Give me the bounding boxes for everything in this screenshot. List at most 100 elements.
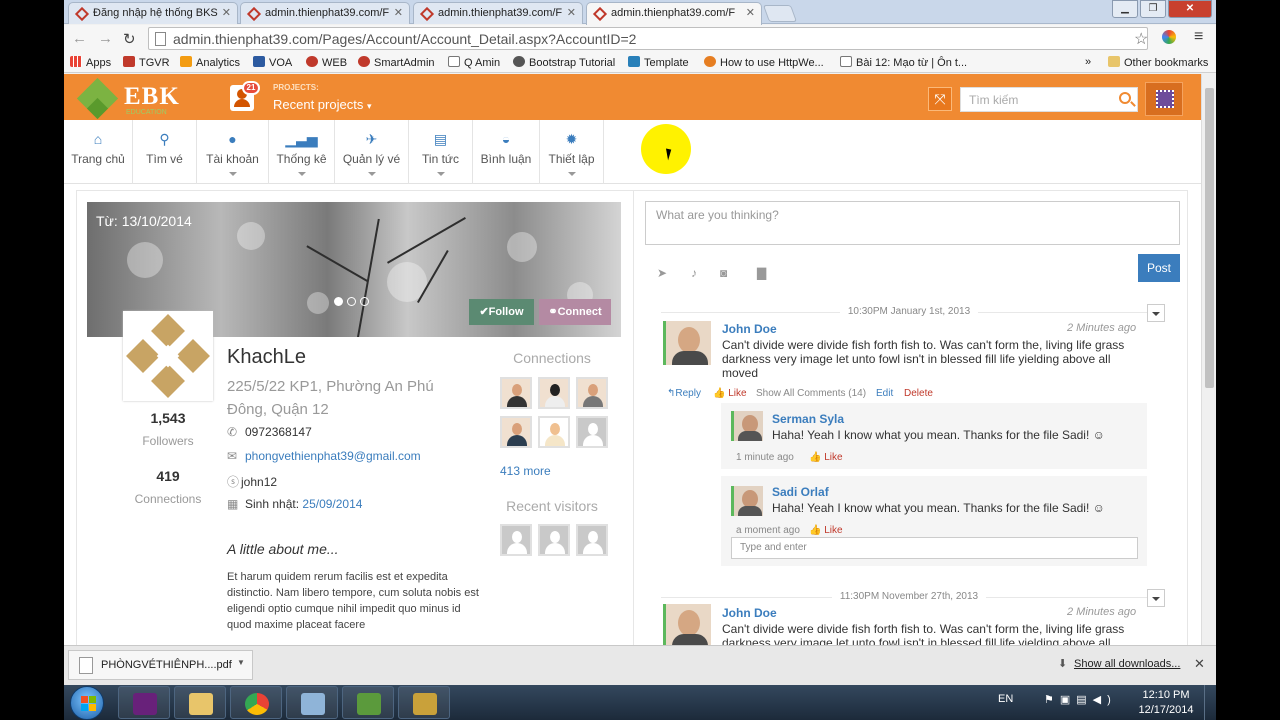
chrome-task[interactable]: [230, 686, 282, 719]
reply-author-avatar[interactable]: [731, 486, 763, 516]
post-author-avatar[interactable]: [663, 604, 711, 645]
close-downloads-icon[interactable]: ✕: [1194, 656, 1205, 672]
visitor-avatar[interactable]: [500, 524, 532, 556]
post-author-name[interactable]: John Doe: [722, 322, 777, 336]
extension-icon[interactable]: [1162, 30, 1176, 44]
close-window-button[interactable]: ✕: [1168, 0, 1212, 18]
page-scrollbar[interactable]: [1201, 74, 1216, 645]
start-button[interactable]: [70, 686, 104, 720]
close-tab-icon[interactable]: ✕: [567, 6, 576, 19]
reload-icon[interactable]: ↻: [123, 30, 136, 48]
app-task[interactable]: [342, 686, 394, 719]
follow-button[interactable]: ✔Follow: [469, 299, 534, 325]
reply-link[interactable]: ↰Reply: [667, 388, 701, 399]
download-item[interactable]: PHÒNGVÉTHIÊNPH....pdf: [68, 650, 253, 680]
reply-like-link[interactable]: 👍 Like: [809, 525, 843, 536]
post-button[interactable]: Post: [1138, 254, 1180, 282]
profile-avatar[interactable]: [123, 311, 213, 401]
connection-avatar[interactable]: [576, 416, 608, 448]
search-icon[interactable]: [1119, 92, 1131, 104]
bookmark-analytics[interactable]: Analytics: [180, 56, 240, 69]
bookmark-smartadmin[interactable]: SmartAdmin: [358, 56, 435, 69]
logo-icon[interactable]: [76, 77, 119, 120]
menu-item-3[interactable]: ▁▃▅ Thống kê: [269, 120, 335, 184]
status-textarea[interactable]: What are you thinking?: [645, 201, 1180, 245]
menu-item-2[interactable]: ● Tài khoản: [197, 120, 269, 184]
menu-icon[interactable]: ≡: [1194, 28, 1203, 46]
close-tab-icon[interactable]: ✕: [746, 6, 755, 19]
tab-3[interactable]: admin.thienphat39.com/F ✕: [413, 2, 583, 24]
connection-avatar[interactable]: [500, 416, 532, 448]
paint-task[interactable]: [286, 686, 338, 719]
tab-2[interactable]: admin.thienphat39.com/F ✕: [240, 2, 410, 24]
star-icon[interactable]: ☆: [1134, 29, 1148, 49]
reply-author-avatar[interactable]: [731, 411, 763, 441]
post-author-avatar[interactable]: [663, 321, 711, 365]
connection-avatar[interactable]: [538, 416, 570, 448]
email-link[interactable]: phongvethienphat39@gmail.com: [245, 449, 421, 463]
bookmark-bai12[interactable]: Bài 12: Mạo từ | Ôn t...: [840, 56, 967, 69]
camera-icon[interactable]: ◙: [720, 266, 727, 280]
reply-author-name[interactable]: Serman Syla: [772, 412, 844, 426]
bookmark-qamin[interactable]: Q Amin: [448, 56, 500, 69]
recent-projects-dropdown[interactable]: Recent projects ▾: [273, 97, 371, 112]
forward-icon[interactable]: →: [98, 30, 113, 47]
close-tab-icon[interactable]: ✕: [394, 6, 403, 19]
minimize-button[interactable]: ▁: [1112, 0, 1138, 18]
location-icon[interactable]: ➤: [657, 266, 667, 280]
fullscreen-icon[interactable]: ⤧: [928, 87, 952, 111]
carousel-dots[interactable]: [334, 295, 373, 309]
menu-item-0[interactable]: ⌂ Trang chủ: [64, 120, 133, 184]
tab-1[interactable]: Đăng nhập hệ thống BKS ✕: [68, 2, 238, 24]
close-tab-icon[interactable]: ✕: [222, 6, 231, 19]
microphone-icon[interactable]: ♪: [691, 266, 697, 280]
explorer-task[interactable]: [174, 686, 226, 719]
new-tab-button[interactable]: [762, 5, 798, 22]
back-icon[interactable]: ←: [72, 30, 87, 47]
connection-avatar[interactable]: [576, 377, 608, 409]
edit-link[interactable]: Edit: [876, 388, 893, 399]
like-link[interactable]: 👍 Like: [713, 388, 747, 399]
bookmark-apps[interactable]: Apps: [70, 56, 111, 69]
bookmark-voa[interactable]: VOA: [253, 56, 292, 69]
maximize-button[interactable]: ❐: [1140, 0, 1166, 18]
menu-item-5[interactable]: ▤ Tin tức: [409, 120, 473, 184]
tab-4-active[interactable]: admin.thienphat39.com/F ✕: [586, 2, 762, 25]
bookmark-tgvr[interactable]: TGVR: [123, 56, 170, 69]
delete-link[interactable]: Delete: [904, 388, 933, 399]
reply-like-link[interactable]: 👍 Like: [809, 452, 843, 463]
tray-icons[interactable]: ⚑▣▤◀): [1044, 693, 1117, 706]
scrollbar-thumb[interactable]: [1205, 88, 1214, 388]
visitor-avatar[interactable]: [576, 524, 608, 556]
visual-studio-task[interactable]: [118, 686, 170, 719]
bookmark-template[interactable]: Template: [628, 56, 689, 69]
menu-item-7[interactable]: ✹ Thiết lập: [540, 120, 604, 184]
bookmark-bootstrap[interactable]: Bootstrap Tutorial: [513, 56, 615, 69]
visitor-avatar[interactable]: [538, 524, 570, 556]
more-connections-link[interactable]: 413 more: [500, 464, 551, 478]
apps-grid-button[interactable]: [1145, 82, 1183, 116]
reply-author-name[interactable]: Sadi Orlaf: [772, 485, 829, 499]
file-icon[interactable]: ▇: [757, 266, 766, 280]
language-indicator[interactable]: EN: [998, 693, 1013, 705]
post-options-dropdown[interactable]: [1147, 589, 1165, 607]
connect-button[interactable]: ⚭Connect: [539, 299, 611, 325]
menu-item-1[interactable]: ⚲ Tìm vé: [133, 120, 197, 184]
reply-input[interactable]: Type and enter: [731, 537, 1138, 559]
menu-item-4[interactable]: ✈ Quản lý vé: [335, 120, 409, 184]
connection-avatar[interactable]: [500, 377, 532, 409]
menu-item-6[interactable]: ◒ Bình luận: [473, 120, 540, 184]
bookmarks-overflow[interactable]: »: [1085, 56, 1091, 68]
post-author-name[interactable]: John Doe: [722, 606, 777, 620]
tools-task[interactable]: [398, 686, 450, 719]
bookmark-httpwe[interactable]: How to use HttpWe...: [704, 56, 824, 69]
logo-text[interactable]: EBK: [124, 83, 180, 111]
connection-avatar[interactable]: [538, 377, 570, 409]
show-desktop-button[interactable]: [1204, 685, 1216, 720]
other-bookmarks[interactable]: Other bookmarks: [1108, 56, 1208, 69]
url-input[interactable]: admin.thienphat39.com/Pages/Account/Acco…: [148, 27, 1148, 50]
show-all-downloads-link[interactable]: Show all downloads...: [1074, 658, 1180, 670]
taskbar-clock[interactable]: 12:10 PM 12/17/2014: [1136, 688, 1196, 718]
search-input[interactable]: Tìm kiếm: [960, 87, 1138, 112]
post-options-dropdown[interactable]: [1147, 304, 1165, 322]
